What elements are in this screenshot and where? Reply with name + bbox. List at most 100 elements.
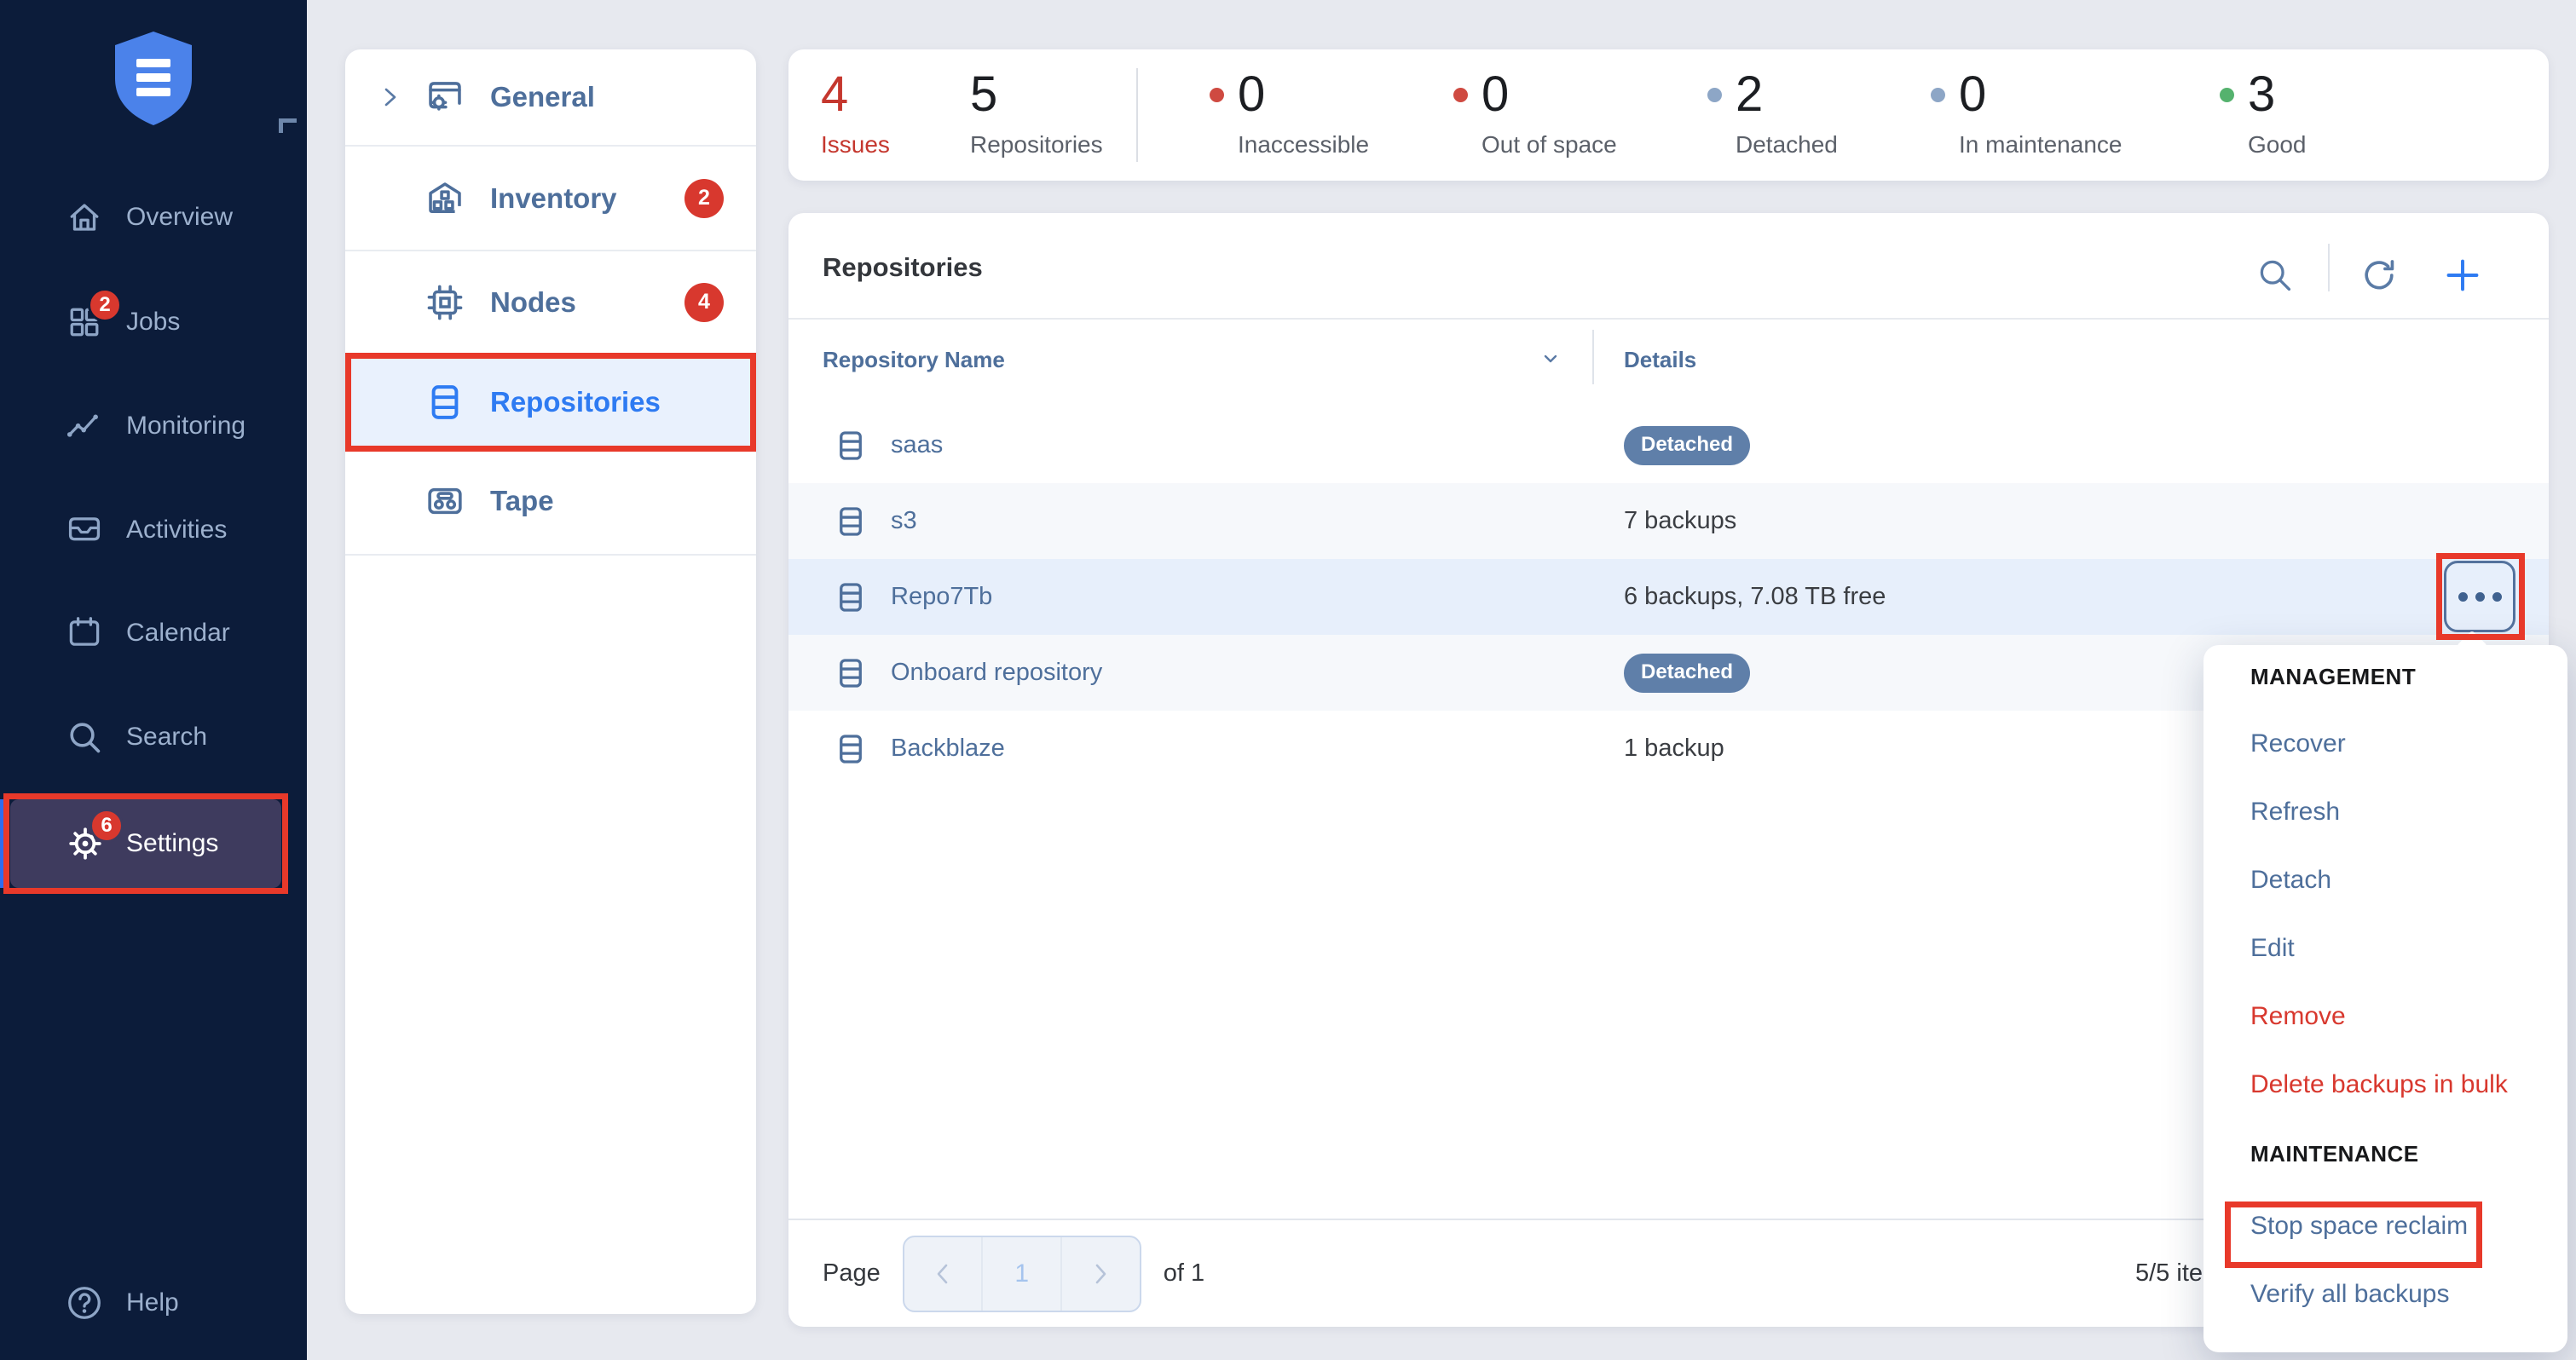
home-icon bbox=[65, 198, 104, 237]
add-repository-icon[interactable] bbox=[2443, 256, 2482, 295]
repository-database-icon bbox=[424, 381, 466, 424]
stat-in-maintenance: 0 In maintenance bbox=[1931, 68, 2122, 158]
settings-nav-item-inventory[interactable]: Inventory 2 bbox=[345, 147, 756, 250]
menu-item-recover[interactable]: Recover bbox=[2203, 710, 2567, 778]
stat-inaccessible: 0 Inaccessible bbox=[1210, 68, 1369, 158]
sort-chevron-down-icon[interactable] bbox=[1537, 345, 1564, 372]
stat-value: 3 bbox=[2248, 68, 2275, 121]
search-icon[interactable] bbox=[2255, 256, 2295, 295]
sidebar-item-activities[interactable]: Activities bbox=[0, 502, 307, 558]
status-badge-detached: Detached bbox=[1624, 426, 1750, 465]
sidebar-item-monitoring[interactable]: Monitoring bbox=[0, 398, 307, 454]
menu-section-header: MAINTENANCE bbox=[2203, 1129, 2567, 1178]
previous-page-button[interactable] bbox=[904, 1237, 982, 1311]
divider bbox=[1592, 330, 1594, 384]
settings-nav-label: Tape bbox=[490, 485, 554, 517]
repository-name-link[interactable]: s3 bbox=[891, 507, 917, 535]
settings-nav-label: Inventory bbox=[490, 182, 617, 215]
stat-label: In maintenance bbox=[1959, 131, 2122, 158]
repository-database-icon bbox=[833, 655, 869, 691]
stat-label: Inaccessible bbox=[1238, 131, 1369, 158]
settings-nav-item-repositories[interactable]: Repositories bbox=[345, 356, 756, 448]
sidebar-item-search[interactable]: Search bbox=[0, 709, 307, 765]
status-badge-detached: Detached bbox=[1624, 654, 1750, 693]
settings-nav-item-general[interactable]: General bbox=[345, 49, 756, 145]
settings-nav-label: Repositories bbox=[490, 386, 661, 418]
ellipsis-icon bbox=[2475, 592, 2485, 602]
stat-label: Good bbox=[2248, 131, 2307, 158]
monitoring-chart-icon bbox=[65, 406, 104, 446]
repository-database-icon bbox=[833, 428, 869, 464]
ellipsis-icon bbox=[2458, 592, 2468, 602]
settings-nav-item-tape[interactable]: Tape bbox=[345, 448, 756, 554]
sidebar-item-label: Monitoring bbox=[126, 412, 245, 441]
stat-label: Detached bbox=[1736, 131, 1838, 158]
help-icon bbox=[65, 1283, 104, 1323]
menu-item-edit[interactable]: Edit bbox=[2203, 914, 2567, 983]
divider bbox=[345, 554, 756, 556]
stat-value: 4 bbox=[821, 68, 890, 121]
stat-value: 0 bbox=[1959, 68, 1986, 121]
stat-label: Issues bbox=[821, 131, 890, 158]
sidebar-item-calendar[interactable]: Calendar bbox=[0, 605, 307, 661]
sidebar-item-help[interactable]: Help bbox=[0, 1275, 307, 1331]
repository-details: 7 backups bbox=[1624, 507, 1736, 535]
stat-detached: 2 Detached bbox=[1707, 68, 1838, 158]
menu-item-refresh[interactable]: Refresh bbox=[2203, 778, 2567, 846]
chevron-right-icon[interactable] bbox=[379, 84, 401, 110]
menu-item-remove[interactable]: Remove bbox=[2203, 983, 2567, 1051]
collapse-sidebar-icon[interactable] bbox=[279, 118, 297, 133]
column-header-repository-name[interactable]: Repository Name bbox=[823, 347, 1005, 373]
current-page-indicator[interactable]: 1 bbox=[981, 1237, 1060, 1311]
divider bbox=[345, 353, 756, 354]
repository-context-menu: MANAGEMENT Recover Refresh Detach Edit R… bbox=[2203, 645, 2567, 1352]
inventory-warehouse-icon bbox=[424, 177, 466, 220]
panel-title: Repositories bbox=[823, 252, 983, 283]
sidebar-item-label: Activities bbox=[126, 516, 227, 545]
stat-value: 0 bbox=[1238, 68, 1265, 121]
repository-name-link[interactable]: Repo7Tb bbox=[891, 583, 992, 611]
activities-tray-icon bbox=[65, 510, 104, 550]
table-row[interactable]: saas Detached bbox=[788, 407, 2549, 483]
settings-badge: 6 bbox=[90, 809, 124, 843]
repositories-summary-bar: 4 Issues 5 Repositories 0 Inaccessible 0… bbox=[788, 49, 2549, 181]
jobs-badge: 2 bbox=[88, 288, 122, 322]
panel-header: Repositories bbox=[788, 213, 2549, 320]
repository-details: 1 backup bbox=[1624, 735, 1724, 763]
stat-repositories-total: 5 Repositories bbox=[970, 68, 1103, 158]
repository-database-icon bbox=[833, 731, 869, 767]
settings-nav-item-nodes[interactable]: Nodes 4 bbox=[345, 251, 756, 353]
repository-name-link[interactable]: Backblaze bbox=[891, 735, 1005, 763]
sidebar-item-overview[interactable]: Overview bbox=[0, 189, 307, 245]
refresh-icon[interactable] bbox=[2359, 256, 2399, 295]
repository-name-link[interactable]: saas bbox=[891, 431, 943, 459]
column-header-details: Details bbox=[1624, 347, 1696, 373]
stat-label: Out of space bbox=[1481, 131, 1617, 158]
stat-value: 0 bbox=[1481, 68, 1509, 121]
sidebar-item-jobs[interactable]: 2 Jobs bbox=[0, 294, 307, 350]
repository-database-icon bbox=[833, 579, 869, 615]
repository-details: 6 backups, 7.08 TB free bbox=[1624, 583, 1886, 611]
table-row-selected[interactable]: Repo7Tb 6 backups, 7.08 TB free bbox=[788, 559, 2549, 635]
repository-name-link[interactable]: Onboard repository bbox=[891, 659, 1102, 687]
more-actions-button[interactable] bbox=[2444, 561, 2515, 632]
menu-item-detach[interactable]: Detach bbox=[2203, 846, 2567, 914]
app-shield-logo bbox=[109, 29, 198, 130]
table-header: Repository Name Details bbox=[788, 321, 2549, 395]
jobs-grid-icon: 2 bbox=[65, 303, 104, 342]
next-page-button[interactable] bbox=[1060, 1237, 1140, 1311]
tape-cassette-icon bbox=[424, 480, 466, 522]
sidebar-item-label: Calendar bbox=[126, 619, 230, 648]
menu-item-stop-space-reclaim[interactable]: Stop space reclaim bbox=[2203, 1192, 2567, 1260]
menu-item-delete-backups-in-bulk[interactable]: Delete backups in bulk bbox=[2203, 1051, 2567, 1119]
sidebar-item-label: Help bbox=[126, 1288, 179, 1317]
divider bbox=[2328, 244, 2330, 291]
settings-nav-label: Nodes bbox=[490, 286, 576, 319]
menu-item-verify-all-backups[interactable]: Verify all backups bbox=[2203, 1260, 2567, 1328]
stat-value: 2 bbox=[1736, 68, 1763, 121]
table-row[interactable]: s3 7 backups bbox=[788, 483, 2549, 559]
sidebar-item-settings[interactable]: 6 Settings bbox=[10, 799, 281, 888]
calendar-icon bbox=[65, 614, 104, 653]
stat-issues: 4 Issues bbox=[821, 68, 890, 158]
general-window-gear-icon bbox=[424, 76, 466, 118]
